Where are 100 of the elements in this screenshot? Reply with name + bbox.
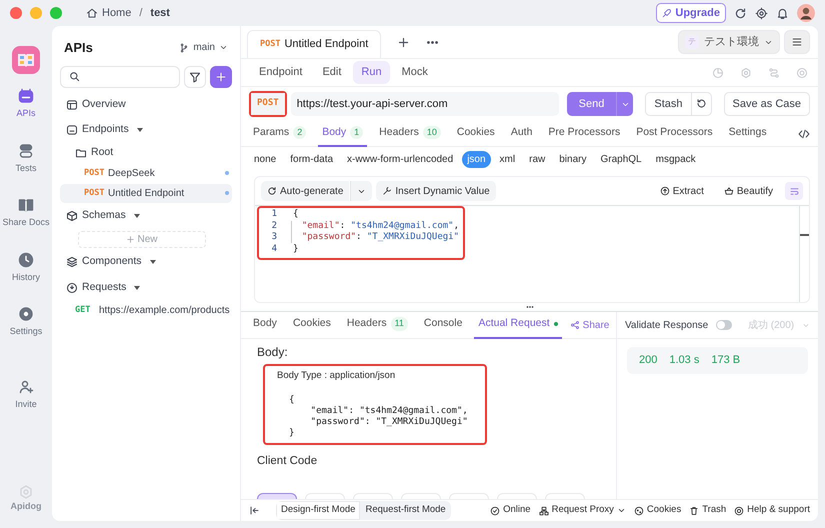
window-zoom-button[interactable]	[50, 7, 62, 19]
save-as-case-button[interactable]: Save as Case	[724, 92, 810, 116]
code-icon[interactable]	[798, 128, 810, 140]
status-bar-item[interactable]: Online	[490, 503, 531, 518]
filter-button[interactable]	[184, 66, 206, 88]
tree-group[interactable]: Schemas	[60, 206, 232, 226]
mode-toggle[interactable]: Design-first Mode	[276, 501, 360, 520]
settings-icon[interactable]	[755, 6, 768, 20]
environment-selector[interactable]: テ テスト環境	[678, 30, 780, 54]
tree-group[interactable]: Endpoints	[60, 120, 232, 140]
add-button[interactable]	[210, 66, 232, 88]
response-tab[interactable]: Console	[420, 312, 466, 338]
window-close-button[interactable]	[10, 7, 22, 19]
layers-icon	[66, 256, 78, 268]
rail-nav-item[interactable]: Tests	[15, 142, 36, 175]
body-type-option[interactable]: xml	[494, 151, 520, 168]
mode-tab[interactable]: Run	[353, 61, 390, 84]
plus-icon[interactable]	[397, 36, 410, 48]
request-tab[interactable]: Headers 10	[375, 120, 445, 146]
refresh-icon[interactable]	[734, 6, 747, 20]
code-editor[interactable]: Auto-generate Insert Dynamic Value Extract Beautify 1 { 2 "email": "ts4hm24@gmail.com", 3 "password": "T_XMRXiDuJQUegi" 4 }	[254, 176, 810, 303]
body-type-option[interactable]: binary	[554, 151, 592, 168]
response-tab[interactable]: Body	[249, 312, 281, 338]
branch-icon	[179, 42, 190, 53]
body-type-option[interactable]: msgpack	[650, 151, 701, 168]
code-line: "password": "T_XMRXiDuJQUegi"	[302, 232, 459, 244]
body-type-option[interactable]: GraphQL	[595, 151, 647, 168]
hexagon-icon[interactable]	[740, 66, 752, 78]
trash-icon	[689, 506, 700, 516]
upgrade-button[interactable]: Upgrade	[656, 2, 726, 24]
brand-name: Apidog	[10, 500, 42, 513]
section-heading: Client Code	[257, 454, 318, 470]
mode-tab[interactable]: Mock	[394, 61, 436, 84]
target-icon[interactable]	[796, 66, 808, 78]
mode-toggle[interactable]: Request-first Mode	[360, 501, 451, 520]
reset-button[interactable]	[692, 92, 712, 116]
beautify-button[interactable]: Beautify	[724, 184, 773, 198]
language-tab[interactable]	[257, 493, 297, 499]
tree-group[interactable]: Requests	[60, 278, 232, 298]
rail-nav-item[interactable]: Invite	[15, 378, 37, 411]
request-tab[interactable]: Params 2	[249, 120, 310, 146]
request-tab[interactable]: Post Processors	[632, 120, 717, 146]
body-type-label: Body Type : application/json	[277, 369, 396, 383]
validate-toggle[interactable]	[716, 320, 732, 330]
gear-icon	[18, 306, 34, 322]
folder-icon	[75, 147, 87, 159]
response-tab[interactable]: Headers 11	[342, 312, 412, 338]
body-type-option[interactable]: raw	[524, 151, 550, 168]
body-type-option[interactable]: form-data	[285, 151, 338, 168]
collapse-icon[interactable]	[249, 505, 260, 516]
url-field[interactable]: https://test.your-api-server.com	[290, 92, 559, 116]
body-type-option[interactable]: x-www-form-urlencoded	[342, 151, 458, 168]
response-tab[interactable]: Actual Request	[474, 312, 562, 338]
insert-dynamic-value-button[interactable]: Insert Dynamic Value	[376, 181, 496, 201]
stash-button[interactable]: Stash	[645, 92, 692, 116]
basket-icon	[724, 186, 734, 196]
search-field[interactable]	[60, 66, 180, 88]
request-tab[interactable]: Auth	[506, 120, 536, 146]
share-button[interactable]: Share	[570, 318, 610, 332]
window-minimize-button[interactable]	[30, 7, 42, 19]
status-bar-item[interactable]: Cookies	[634, 503, 682, 518]
status-bar-item[interactable]: Request Proxy	[538, 503, 626, 518]
branch-selector[interactable]: main	[179, 40, 228, 56]
extract-button[interactable]: Extract	[660, 184, 704, 198]
endpoint-item[interactable]: POST Untitled Endpoint	[60, 184, 232, 202]
auto-generate-button[interactable]: Auto-generate	[261, 181, 350, 201]
refresh-icon	[267, 186, 277, 196]
rail-nav-item[interactable]: APIs	[16, 88, 36, 120]
request-tab[interactable]: Settings	[724, 120, 771, 146]
request-tab[interactable]: Body 1	[318, 120, 368, 146]
send-options-button[interactable]	[616, 92, 634, 116]
user-avatar[interactable]	[797, 4, 815, 22]
resize-handle-icon[interactable]	[526, 303, 534, 311]
tree-folder[interactable]: Root	[60, 144, 232, 162]
editor-tab[interactable]: POST Untitled Endpoint	[247, 30, 382, 58]
route-icon[interactable]	[768, 66, 780, 78]
rail-nav-item[interactable]: Share Docs	[2, 197, 50, 230]
rail-nav-item[interactable]: Settings	[10, 306, 42, 338]
menu-button[interactable]	[784, 30, 810, 54]
mode-tab[interactable]: Endpoint	[251, 61, 310, 84]
wrap-lines-button[interactable]	[785, 182, 803, 200]
breadcrumb-link[interactable]: Home	[86, 4, 132, 22]
plus-icon	[215, 70, 227, 82]
tree-group[interactable]: Components	[60, 252, 232, 272]
request-tab[interactable]: Cookies	[452, 120, 499, 146]
status-bar-item[interactable]: Help & support	[734, 503, 810, 518]
response-tab[interactable]: Cookies	[288, 312, 335, 338]
endpoint-item[interactable]: POST DeepSeek	[60, 164, 232, 182]
mode-tab[interactable]: Edit	[314, 61, 350, 84]
rail-nav-item[interactable]: History	[12, 252, 40, 284]
pie-chart-icon[interactable]	[712, 66, 724, 78]
search-icon	[69, 71, 80, 82]
app-logo-icon[interactable]	[12, 46, 40, 74]
request-tab[interactable]: Pre Processors	[544, 120, 624, 146]
endpoint-item[interactable]: GET https://example.com/products	[60, 302, 232, 320]
bell-icon[interactable]	[776, 6, 789, 20]
tree-item[interactable]: Overview	[60, 96, 232, 114]
status-bar-item[interactable]: Trash	[689, 503, 726, 518]
send-button[interactable]: Send	[566, 92, 616, 116]
body-type-option[interactable]: none	[249, 151, 282, 168]
